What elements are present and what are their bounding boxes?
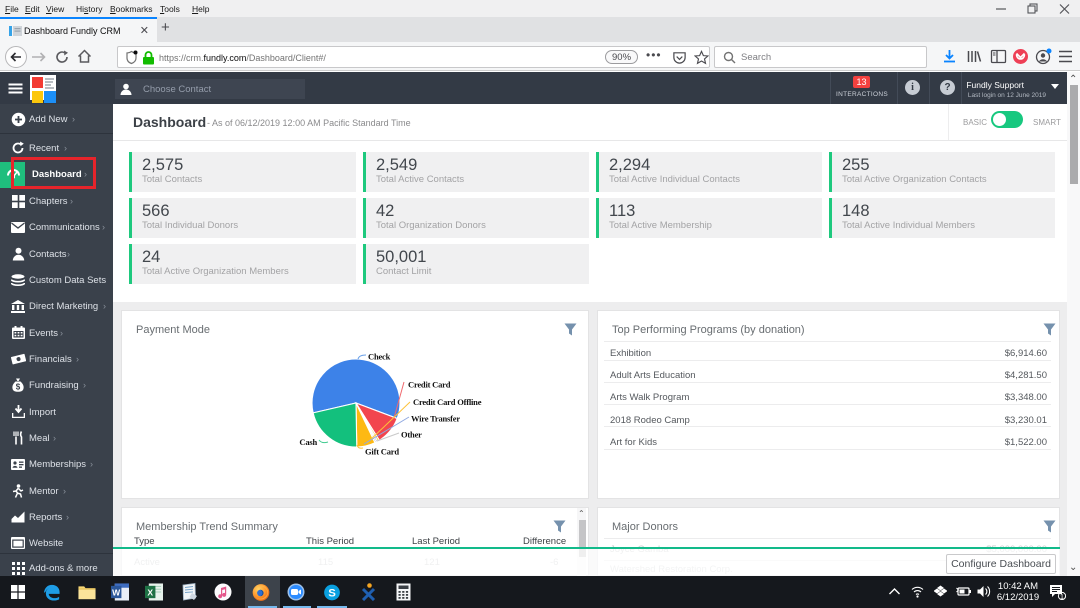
svg-text:Credit Card Offline: Credit Card Offline: [413, 397, 482, 407]
svg-text:X: X: [147, 587, 153, 597]
svg-text:S: S: [328, 587, 336, 599]
svg-text:Cash: Cash: [299, 437, 317, 447]
svg-text:W: W: [112, 587, 121, 597]
svg-text:$: $: [16, 383, 21, 392]
svg-text:Other: Other: [401, 430, 422, 440]
svg-text:Gift Card: Gift Card: [365, 447, 399, 457]
svg-text:1: 1: [1060, 592, 1064, 600]
svg-text:Check: Check: [368, 352, 391, 362]
svg-text:Credit Card: Credit Card: [408, 380, 451, 390]
svg-text:Wire Transfer: Wire Transfer: [411, 414, 460, 424]
